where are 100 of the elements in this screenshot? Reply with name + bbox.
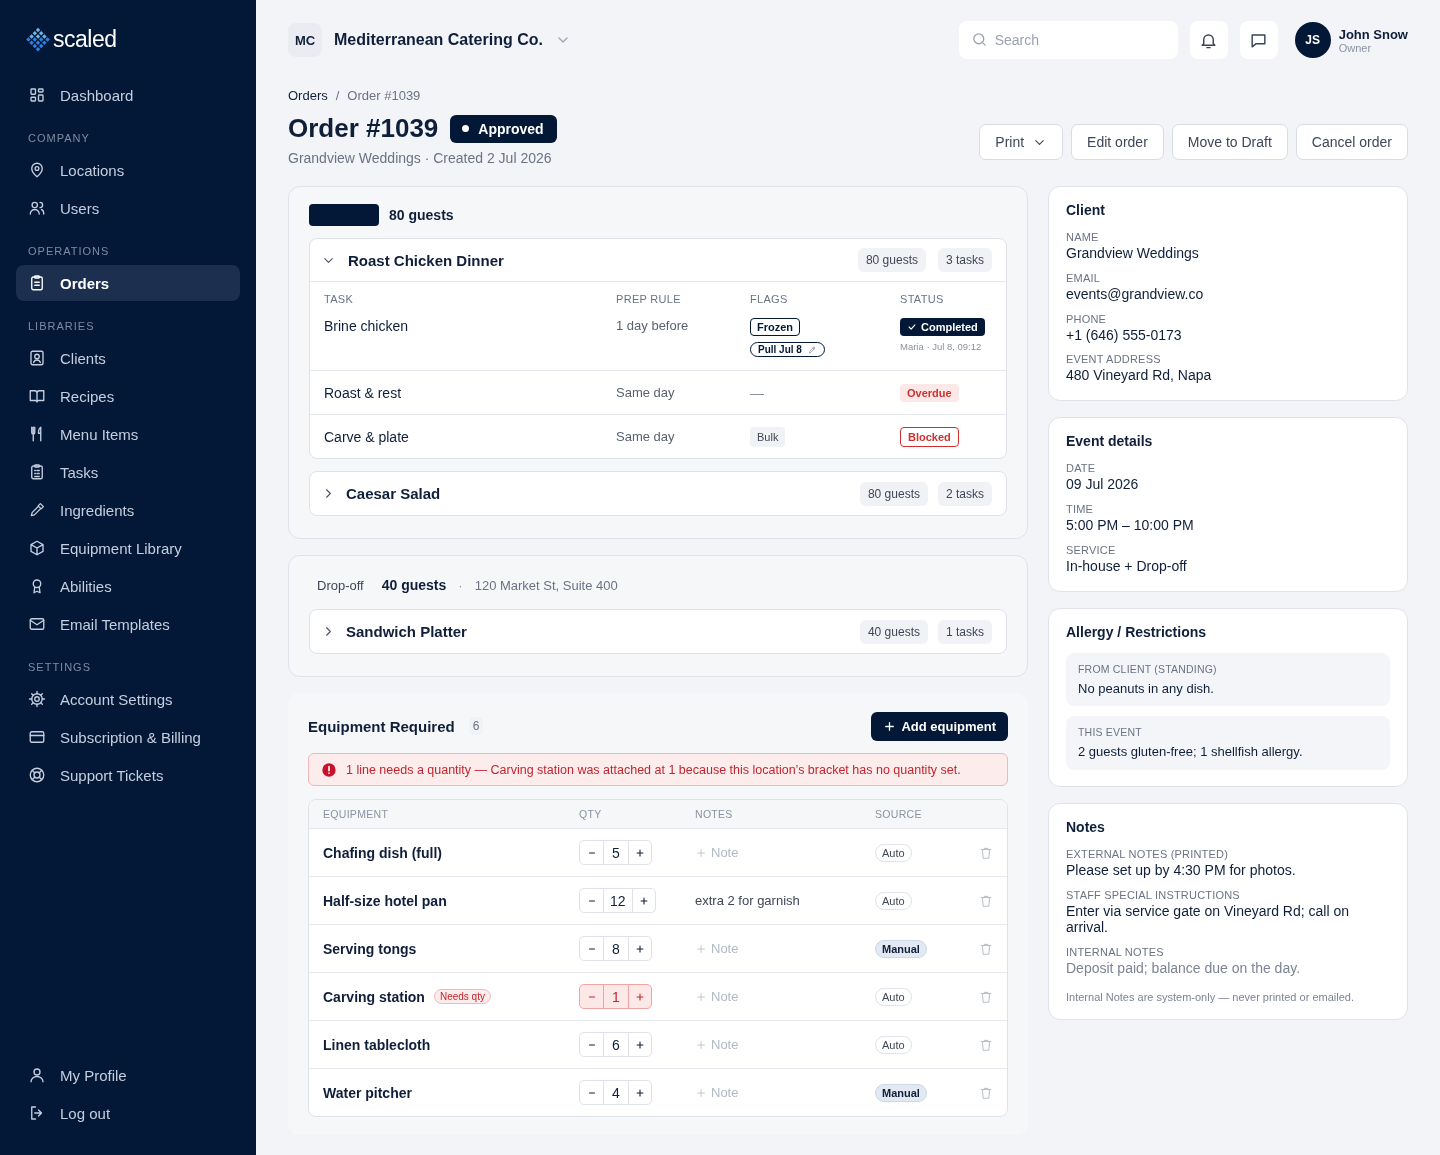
guest-chip: 80 guests [859, 481, 928, 506]
nav-item[interactable]: Ingredients [16, 492, 240, 528]
field-value: Deposit paid; balance due on the day. [1066, 960, 1302, 977]
trash-icon [979, 845, 993, 860]
field-label: DATE [1066, 462, 1097, 475]
guest-chip: 40 guests [859, 619, 928, 644]
warning-alert: 1 line needs a quantity — Carving station was attached at 1 because this location’s bracket has no quantity set. [308, 753, 1008, 786]
user-avatar[interactable]: JS [1294, 22, 1331, 58]
status-dot-icon [462, 125, 470, 132]
field-label: PHONE [1066, 312, 1108, 325]
column-header: FLAGS [750, 293, 789, 305]
guest-count: 40 guests [381, 577, 447, 593]
field-value: 480 Vineyard Rd, Napa [1066, 367, 1213, 385]
field-label: EXTERNAL NOTES (PRINTED) [1066, 847, 1230, 860]
source-tag: Manual [875, 939, 927, 958]
messages-button[interactable] [1239, 21, 1278, 59]
notifications-button[interactable] [1189, 21, 1228, 59]
field-value: Enter via service gate on Vineyard Rd; call on arrival. [1066, 902, 1350, 937]
equipment-name: Carving station [323, 988, 425, 1005]
item-count: 6 [468, 717, 484, 735]
quantity-stepper[interactable]: 1 [579, 984, 652, 1009]
nav-item[interactable]: Users [16, 190, 240, 226]
field-value: No peanuts in any dish. [1078, 680, 1215, 697]
plus-icon [695, 846, 707, 859]
guest-count: 80 guests [389, 207, 454, 223]
service-label: Drop-off [317, 577, 364, 593]
nav-item[interactable]: Menu Items [16, 416, 240, 452]
status-tag: Completed [900, 318, 985, 336]
nav-item[interactable]: Account Settings [16, 681, 240, 717]
breadcrumb-current: Order #1039 [347, 88, 421, 103]
nav-item[interactable]: Orders [16, 265, 240, 301]
trash-icon [979, 941, 993, 956]
nav-item[interactable]: Locations [16, 152, 240, 188]
status-badge: Approved [450, 114, 557, 143]
search-field[interactable]: Search [958, 21, 1178, 59]
quantity-stepper[interactable]: 8 [579, 936, 652, 961]
field-label: EMAIL [1066, 271, 1101, 284]
trash-icon [979, 893, 993, 908]
dish-header[interactable]: Roast Chicken Dinner 80 guests 3 tasks [310, 239, 1006, 282]
org-name: Mediterranean Catering Co. [334, 31, 543, 49]
logo-wordmark: scaled [53, 26, 117, 53]
column-header: SOURCE [875, 808, 923, 820]
nav-item[interactable]: Dashboard [16, 77, 240, 113]
nav-item[interactable]: Subscription & Billing [16, 719, 240, 755]
source-tag: Manual [875, 1083, 927, 1102]
credit-card-icon [28, 728, 46, 746]
separator-dot: · [458, 577, 463, 593]
quantity-stepper[interactable]: 4 [579, 1080, 652, 1105]
envelope-icon [28, 615, 46, 633]
nav-item[interactable]: Log out [16, 1095, 240, 1131]
section-heading: OPERATIONS [27, 244, 111, 259]
print-dropdown[interactable]: Print [979, 124, 1064, 160]
pencil-icon [807, 345, 817, 354]
action-button[interactable]: Edit order [1071, 124, 1164, 160]
trash-icon [979, 1085, 993, 1100]
plus-icon [695, 990, 707, 1003]
plus-icon [883, 719, 897, 733]
section-title: Equipment Required [308, 717, 455, 735]
column-header: STATUS [900, 293, 945, 305]
equipment-name: Chafing dish (full) [323, 844, 442, 861]
field-value: Grandview Weddings [1066, 245, 1200, 262]
nav-item[interactable]: Clients [16, 340, 240, 376]
column-header: NOTES [695, 808, 734, 820]
field-value: In-house + Drop-off [1066, 557, 1188, 575]
section-heading: COMPANY [27, 131, 91, 146]
plus-icon [635, 943, 645, 954]
plus-icon [635, 1039, 645, 1050]
quantity-stepper[interactable]: 12 [579, 888, 656, 913]
dish-header[interactable]: Sandwich Platter 40 guests 1 tasks [310, 610, 1006, 653]
alert-icon [321, 761, 337, 778]
nav-item[interactable]: My Profile [16, 1057, 240, 1093]
action-button[interactable]: Cancel order [1295, 124, 1408, 160]
action-button[interactable]: Move to Draft [1171, 124, 1288, 160]
dish-header[interactable]: Caesar Salad 80 guests 2 tasks [310, 472, 1006, 515]
plus-icon [635, 1087, 645, 1098]
nav-item[interactable]: Abilities [16, 568, 240, 604]
field-value: 5:00 PM – 10:00 PM [1066, 517, 1195, 534]
plus-icon [635, 847, 645, 858]
status-tag: Blocked [900, 426, 959, 447]
breadcrumb-link[interactable]: Orders [288, 88, 328, 103]
nav-item[interactable]: Email Templates [16, 606, 240, 642]
nav-item[interactable]: Tasks [16, 454, 240, 490]
nav-item[interactable]: Support Tickets [16, 757, 240, 793]
column-header: PREP RULE [616, 293, 682, 305]
field-label: SERVICE [1066, 543, 1117, 556]
card-title: Event details [1066, 433, 1154, 450]
users-icon [28, 199, 46, 217]
quantity-stepper[interactable]: 5 [579, 840, 652, 865]
field-value: +1 (646) 555-0173 [1066, 326, 1183, 344]
clipboard-icon [28, 274, 46, 292]
completion-meta: Maria · Jul 8, 09:12 [900, 341, 982, 352]
nav-item[interactable]: Equipment Library [16, 530, 240, 566]
equipment-name: Serving tongs [323, 940, 417, 957]
nav-item[interactable]: Recipes [16, 378, 240, 414]
settings-icon [28, 690, 46, 708]
add-equipment-button[interactable]: Add equipment [871, 711, 1008, 741]
quantity-stepper[interactable]: 6 [579, 1032, 652, 1057]
column-header: EQUIPMENT [323, 808, 390, 820]
flag-tag: Bulk [750, 426, 786, 447]
checklist-icon [28, 463, 46, 481]
